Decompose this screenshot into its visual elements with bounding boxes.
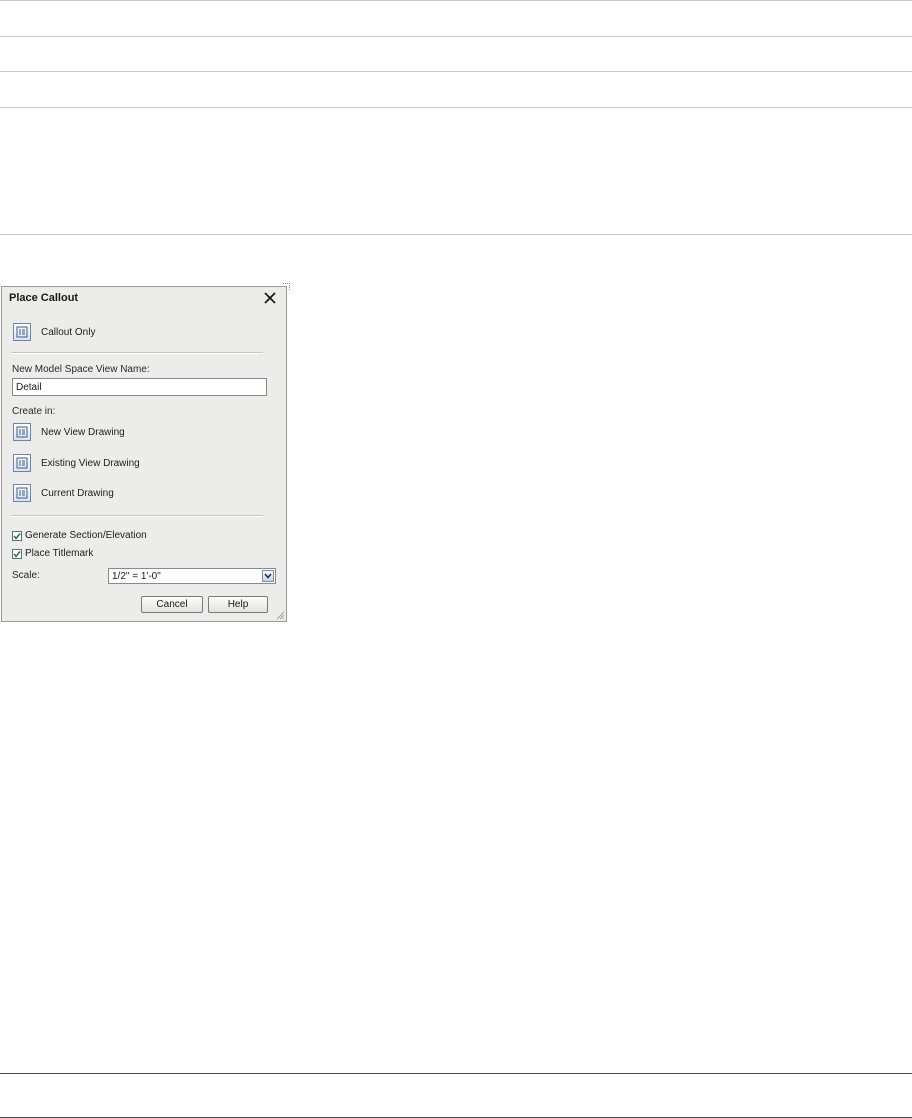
page-rule (0, 71, 912, 72)
callout-tool-icon (13, 484, 31, 502)
separator (11, 352, 263, 354)
page-rule (0, 234, 912, 235)
scale-value: 1/2" = 1'-0" (112, 571, 161, 582)
checkmark-icon (13, 550, 21, 558)
callout-tool-icon (13, 323, 31, 341)
place-callout-dialog: Place Callout Callout Only New Model Spa… (1, 286, 287, 622)
place-titlemark-label: Place Titlemark (25, 548, 94, 559)
page-rule (0, 36, 912, 37)
existing-view-drawing-label: Existing View Drawing (41, 457, 140, 469)
close-icon (264, 292, 276, 304)
checkmark-icon (13, 532, 21, 540)
chevron-down-icon (264, 573, 272, 579)
page-rule (0, 0, 912, 1)
create-in-label: Create in: (12, 406, 56, 417)
document-page: Place Callout Callout Only New Model Spa… (0, 0, 912, 1118)
generate-section-checkbox[interactable]: Generate Section/Elevation (12, 530, 147, 541)
callout-tool-icon (13, 454, 31, 472)
scale-dropdown[interactable]: 1/2" = 1'-0" (108, 568, 276, 584)
separator (11, 515, 263, 517)
dialog-titlebar[interactable]: Place Callout (2, 287, 286, 309)
scale-label: Scale: (12, 570, 40, 581)
view-name-label: New Model Space View Name: (12, 364, 150, 375)
current-drawing-button[interactable]: Current Drawing (13, 484, 114, 502)
resize-grip-icon[interactable] (276, 611, 285, 620)
current-drawing-label: Current Drawing (41, 487, 114, 499)
callout-only-button[interactable]: Callout Only (13, 323, 95, 341)
page-rule (0, 107, 912, 108)
cancel-button[interactable]: Cancel (141, 596, 203, 613)
dialog-title: Place Callout (9, 292, 79, 304)
callout-only-label: Callout Only (41, 326, 96, 338)
checkbox-box[interactable] (12, 530, 22, 541)
view-name-input[interactable] (12, 378, 267, 396)
page-rule (0, 1073, 912, 1074)
existing-view-drawing-button[interactable]: Existing View Drawing (13, 454, 140, 472)
callout-tool-icon (13, 423, 31, 441)
close-button[interactable] (260, 289, 280, 307)
new-view-drawing-button[interactable]: New View Drawing (13, 423, 125, 441)
generate-section-label: Generate Section/Elevation (25, 530, 147, 541)
checkbox-box[interactable] (12, 548, 22, 559)
help-button[interactable]: Help (208, 596, 268, 613)
new-view-drawing-label: New View Drawing (41, 426, 125, 438)
place-titlemark-checkbox[interactable]: Place Titlemark (12, 548, 93, 559)
dropdown-arrow-button[interactable] (262, 570, 274, 582)
